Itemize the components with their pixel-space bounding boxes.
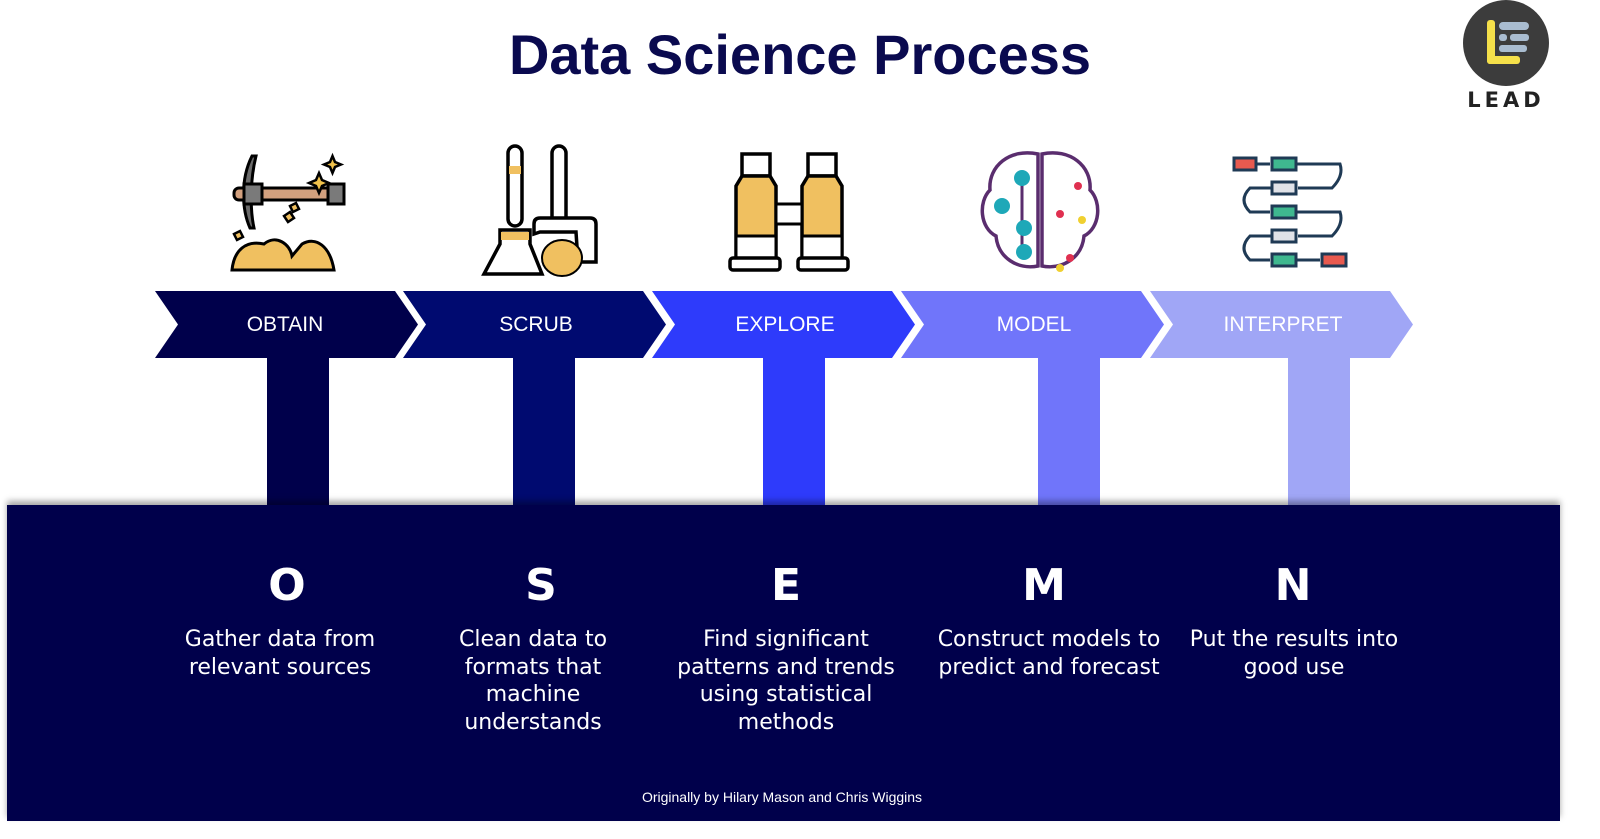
stem-interpret	[1288, 355, 1350, 510]
letter-m: M	[1022, 560, 1066, 611]
letter-e: E	[770, 560, 802, 611]
step-label-model: MODEL	[996, 313, 1072, 336]
step-label-scrub: SCRUB	[499, 313, 573, 336]
desc-explore: Find significant patterns and trends usi…	[677, 627, 895, 735]
lead-logo-icon	[1463, 0, 1549, 86]
step-label-obtain: OBTAIN	[246, 313, 324, 336]
desc-model: Construct models to predict and forecast	[937, 627, 1161, 680]
stem-obtain	[267, 355, 329, 510]
letter-s: S	[525, 560, 557, 611]
letter-n: N	[1274, 560, 1312, 611]
step-label-interpret: INTERPRET	[1223, 313, 1343, 336]
broom-dustpan-icon	[468, 140, 608, 280]
stem-explore	[763, 355, 825, 510]
desc-obtain: Gather data from relevant sources	[184, 627, 376, 680]
step-label-explore: EXPLORE	[735, 313, 835, 336]
credit-text: Originally by Hilary Mason and Chris Wig…	[641, 789, 923, 805]
flowchart-icon	[1220, 140, 1360, 280]
page-title: Data Science Process	[508, 23, 1092, 86]
letter-o: O	[268, 560, 306, 611]
brain-icon	[970, 140, 1110, 280]
pickaxe-icon	[220, 140, 360, 280]
stem-model	[1038, 355, 1100, 510]
stem-scrub	[513, 355, 575, 510]
binoculars-icon	[720, 140, 860, 280]
desc-interpret: Put the results into good use	[1189, 627, 1399, 680]
desc-scrub: Clean data to formats that machine under…	[458, 627, 608, 735]
logo-text: LEAD	[1467, 88, 1545, 112]
